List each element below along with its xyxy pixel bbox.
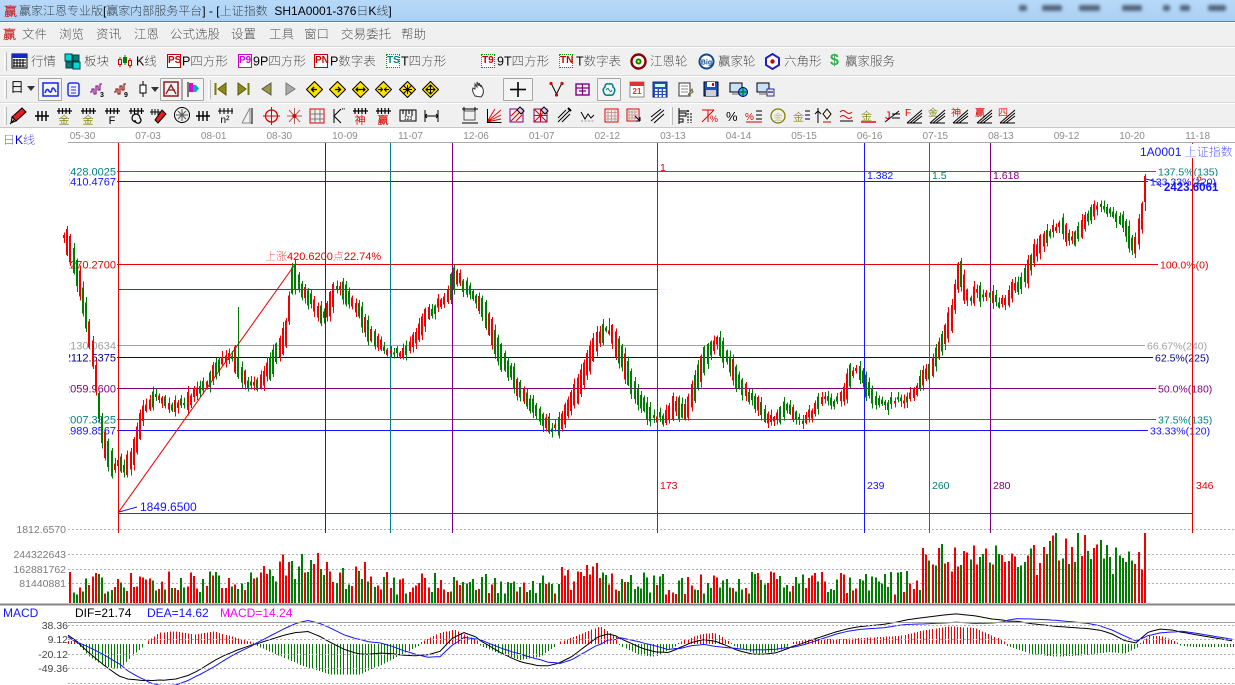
svg-text:2270.2700: 2270.2700 bbox=[64, 260, 116, 272]
svg-text:81440881: 81440881 bbox=[19, 578, 66, 590]
svg-text:08-30: 08-30 bbox=[267, 131, 293, 142]
svg-text:1989.8567: 1989.8567 bbox=[64, 426, 116, 438]
svg-text:07-15: 07-15 bbox=[923, 131, 949, 142]
svg-text:420.6200: 420.6200 bbox=[287, 251, 333, 263]
svg-text:11-07: 11-07 bbox=[398, 131, 423, 142]
svg-text:K: K bbox=[15, 133, 23, 147]
svg-text:2112.5375: 2112.5375 bbox=[65, 353, 116, 365]
svg-text:2423.6061: 2423.6061 bbox=[1164, 182, 1219, 194]
svg-text:-49.36: -49.36 bbox=[38, 663, 68, 675]
svg-text:22.74%: 22.74% bbox=[344, 251, 382, 263]
svg-text:08-01: 08-01 bbox=[201, 131, 227, 142]
svg-text:50.0%(180): 50.0%(180) bbox=[1158, 384, 1212, 396]
svg-text:08-13: 08-13 bbox=[988, 131, 1014, 142]
svg-text:K: K bbox=[368, 4, 376, 18]
svg-text:02-12: 02-12 bbox=[595, 131, 621, 142]
svg-text:12-06: 12-06 bbox=[463, 131, 489, 142]
svg-text:MACD: MACD bbox=[3, 606, 39, 620]
svg-text:173: 173 bbox=[660, 480, 678, 492]
svg-text:346: 346 bbox=[1196, 480, 1214, 492]
svg-text:38.36: 38.36 bbox=[42, 620, 68, 632]
svg-text:1.5: 1.5 bbox=[932, 170, 947, 182]
svg-text:9P: 9P bbox=[253, 55, 268, 69]
svg-text:100.0%(0): 100.0%(0) bbox=[1160, 260, 1208, 272]
svg-text:] - [: ] - [ bbox=[202, 4, 220, 18]
svg-text:10-20: 10-20 bbox=[1119, 131, 1145, 142]
svg-text:-20.12: -20.12 bbox=[38, 649, 68, 661]
svg-text:1.618: 1.618 bbox=[993, 170, 1019, 182]
svg-text:9.12: 9.12 bbox=[48, 634, 69, 646]
svg-text:260: 260 bbox=[932, 480, 950, 492]
svg-text:66.67%(240): 66.67%(240) bbox=[1147, 341, 1207, 353]
svg-text:[: [ bbox=[103, 4, 107, 18]
svg-text:62.5%(225): 62.5%(225) bbox=[1155, 353, 1209, 365]
svg-text:05-15: 05-15 bbox=[791, 131, 817, 142]
svg-text:2059.9600: 2059.9600 bbox=[64, 384, 116, 396]
svg-text:DIF=21.74: DIF=21.74 bbox=[75, 606, 132, 620]
svg-text:P: P bbox=[330, 55, 338, 69]
svg-text:P: P bbox=[182, 55, 190, 69]
svg-text:2410.4767: 2410.4767 bbox=[64, 177, 116, 189]
svg-text:1812.6570: 1812.6570 bbox=[16, 524, 66, 536]
svg-text:T: T bbox=[401, 55, 409, 69]
svg-text:DEA=14.62: DEA=14.62 bbox=[147, 606, 209, 620]
svg-text:1.382: 1.382 bbox=[867, 170, 893, 182]
svg-text:1A0001: 1A0001 bbox=[1140, 145, 1185, 159]
svg-text:07-03: 07-03 bbox=[135, 131, 161, 142]
svg-text:03-13: 03-13 bbox=[660, 131, 686, 142]
svg-text:33.33%(120): 33.33%(120) bbox=[1150, 426, 1210, 438]
svg-text:162881762: 162881762 bbox=[13, 564, 66, 576]
svg-text:280: 280 bbox=[993, 480, 1011, 492]
svg-text:9T: 9T bbox=[497, 55, 512, 69]
svg-text:T: T bbox=[576, 55, 584, 69]
svg-text:01-07: 01-07 bbox=[529, 131, 555, 142]
svg-text:05-30: 05-30 bbox=[70, 131, 96, 142]
svg-text:2: 2 bbox=[1196, 175, 1202, 187]
svg-text:1: 1 bbox=[660, 162, 666, 174]
svg-text:]: ] bbox=[388, 4, 391, 18]
svg-text:04-14: 04-14 bbox=[726, 131, 752, 142]
svg-text:11-18: 11-18 bbox=[1185, 131, 1210, 142]
svg-text:MACD=14.24: MACD=14.24 bbox=[220, 606, 293, 620]
svg-text:K: K bbox=[136, 55, 145, 69]
svg-text:1849.6500: 1849.6500 bbox=[140, 500, 197, 514]
svg-text:09-12: 09-12 bbox=[1054, 131, 1080, 142]
svg-text:06-16: 06-16 bbox=[857, 131, 883, 142]
svg-text:244322643: 244322643 bbox=[13, 549, 66, 561]
svg-text:SH1A0001-376: SH1A0001-376 bbox=[268, 4, 357, 18]
svg-text:10-09: 10-09 bbox=[332, 131, 358, 142]
svg-text:239: 239 bbox=[867, 480, 885, 492]
